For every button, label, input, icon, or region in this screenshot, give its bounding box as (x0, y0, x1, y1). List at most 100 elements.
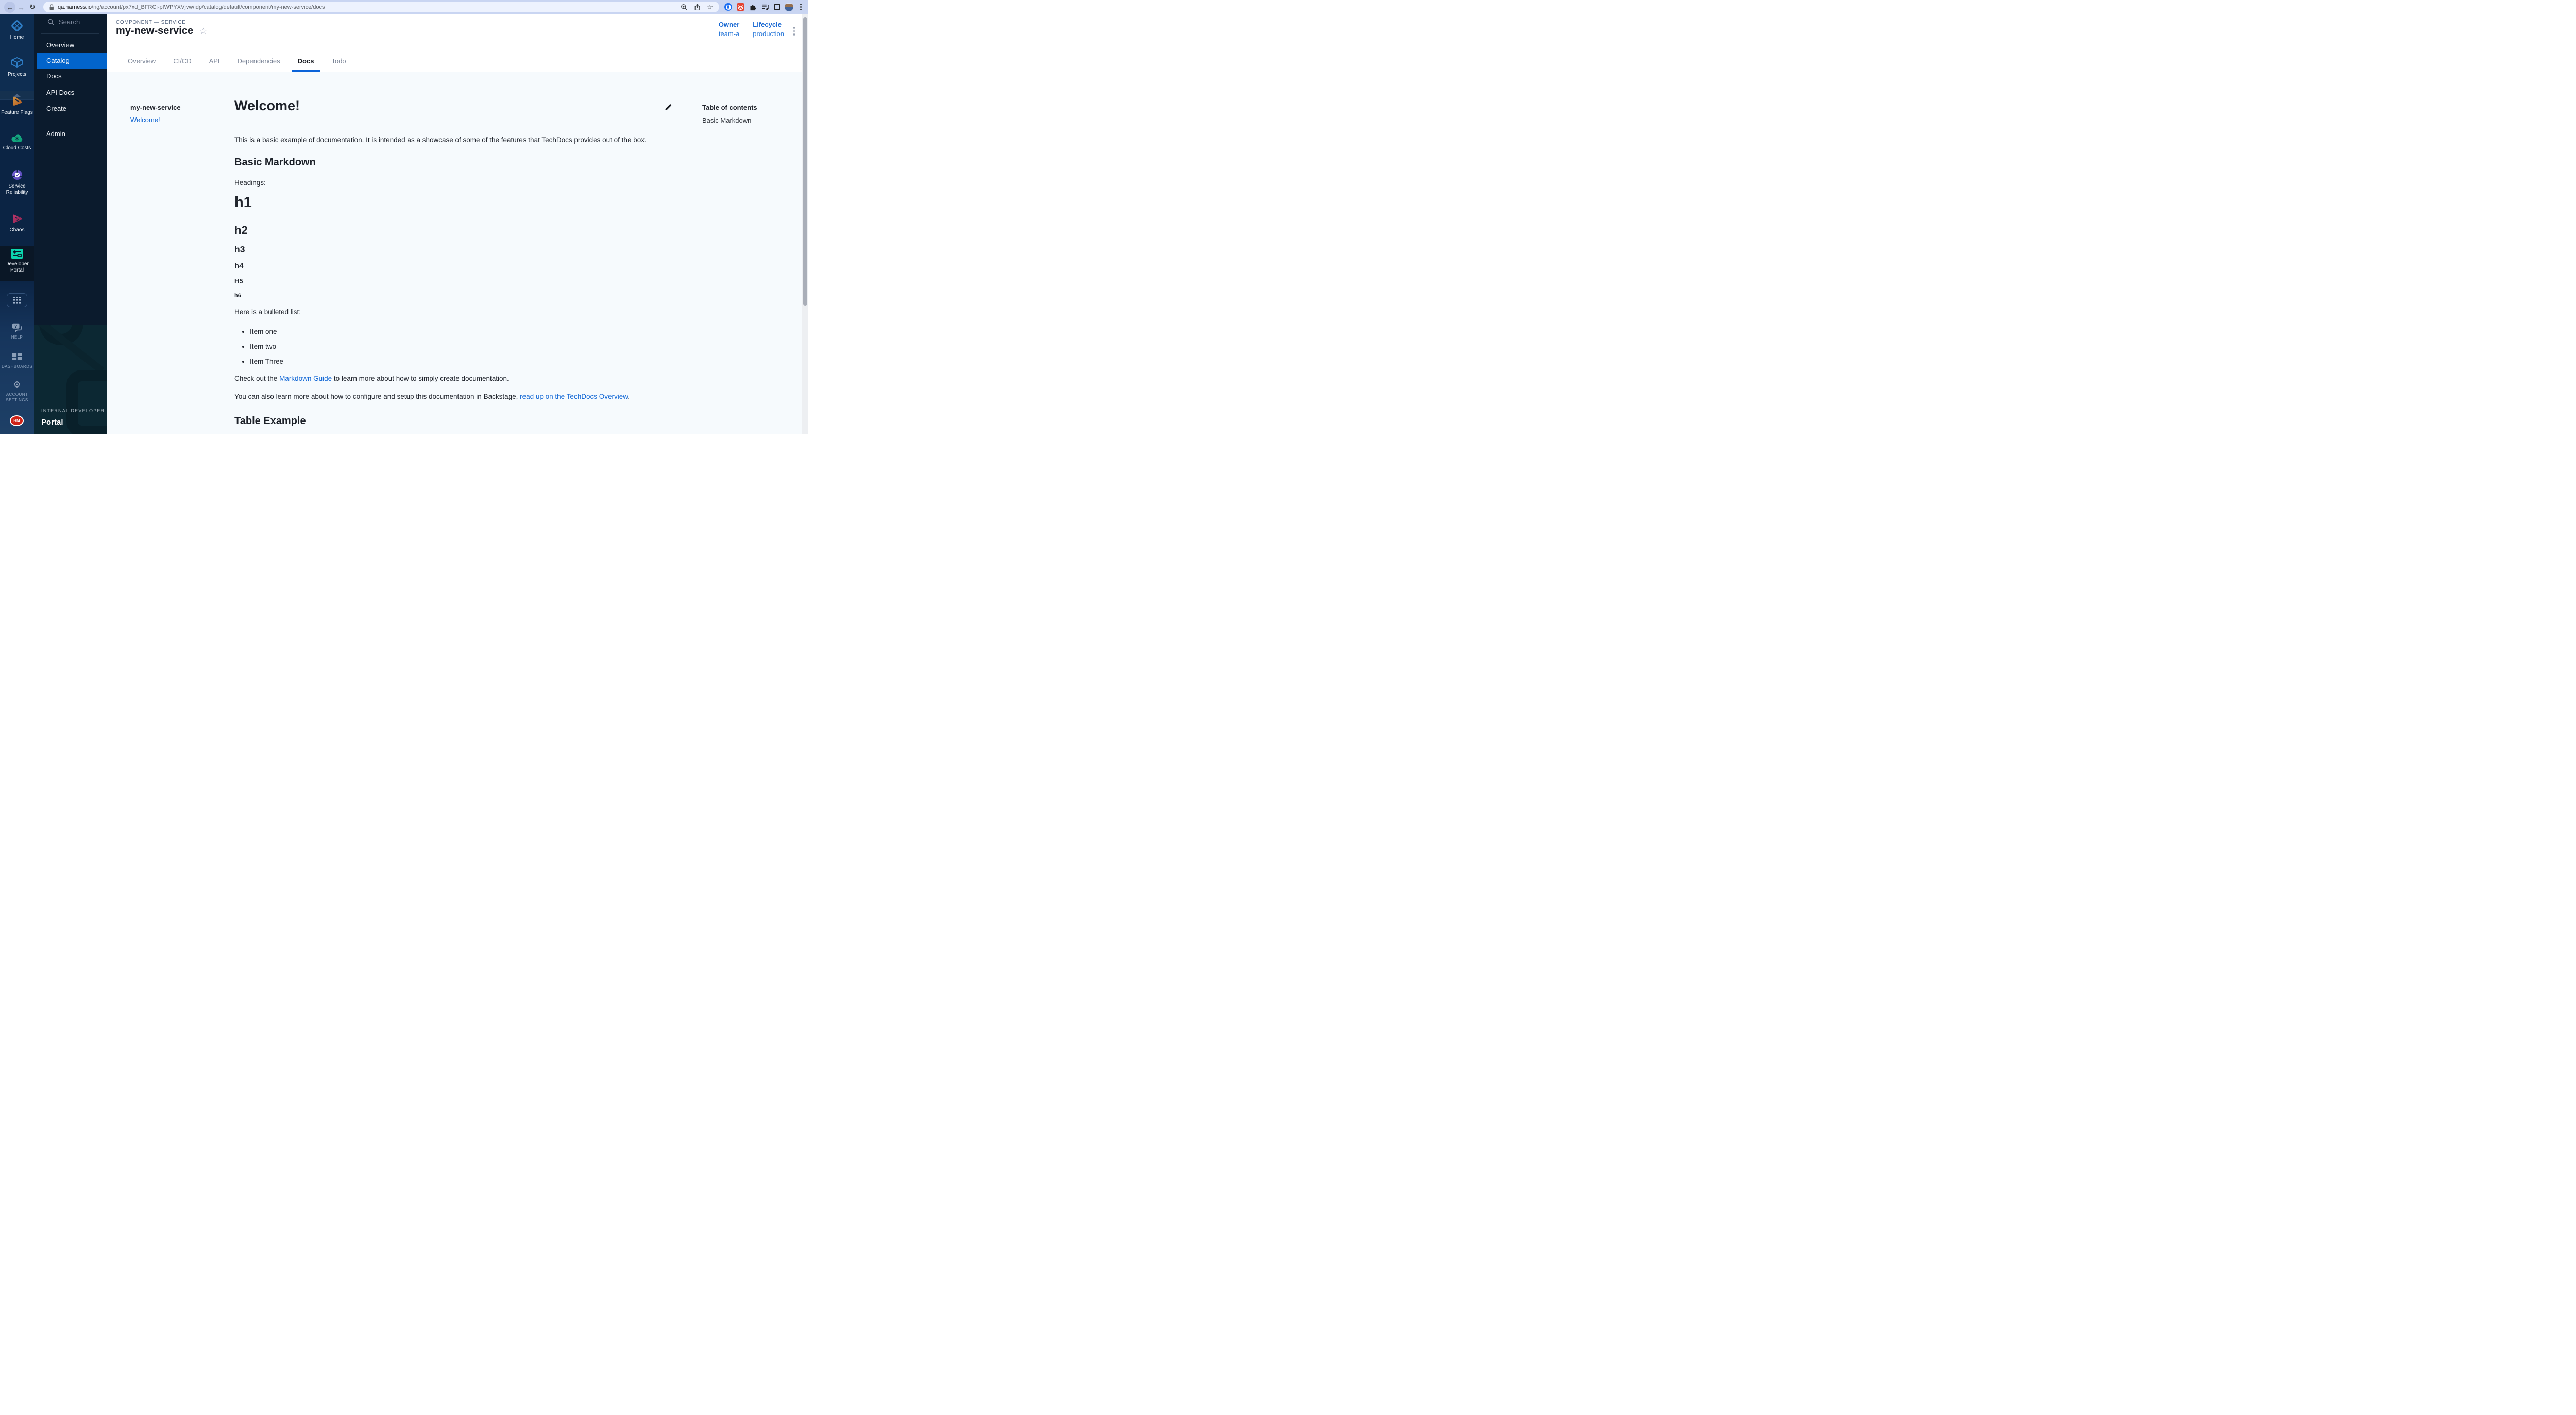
rail-item-account-settings[interactable]: ⚙ ACCOUNT SETTINGS (0, 380, 34, 403)
sidebar-divider (41, 33, 99, 34)
pencil-icon (664, 103, 672, 111)
rail-item-developer-portal[interactable]: Developer Portal (0, 248, 34, 274)
docs-nav-title: my-new-service (130, 104, 181, 111)
rail-item-home[interactable]: Home (0, 19, 34, 41)
list-item: Item one (250, 327, 670, 336)
idp-sidebar: Search Overview Catalog Docs API Docs Cr… (34, 14, 107, 434)
main-panel: COMPONENT — SERVICE my-new-service ☆ Own… (107, 14, 808, 434)
docs-nav-link-welcome[interactable]: Welcome! (130, 116, 160, 124)
list-item: Item two (250, 342, 670, 351)
projects-icon (10, 56, 24, 70)
brand-eyebrow: INTERNAL DEVELOPER (41, 408, 105, 413)
favorite-star-icon[interactable]: ☆ (199, 26, 207, 37)
toc-item-basic-markdown[interactable]: Basic Markdown (702, 116, 757, 124)
portal-brand: INTERNAL DEVELOPER Portal (34, 325, 107, 434)
entity-menu-icon[interactable] (792, 25, 797, 37)
entity-tabs: Overview CI/CD API Dependencies Docs Tod… (119, 51, 355, 72)
grid-icon (13, 297, 21, 304)
demo-heading-h2: h2 (234, 224, 670, 237)
sidebar-item-docs[interactable]: Docs (34, 69, 107, 84)
list-label: Here is a bulleted list: (234, 307, 670, 317)
sidebar-item-admin[interactable]: Admin (34, 126, 107, 142)
rail-item-feature-flags[interactable]: Feature Flags (0, 95, 34, 116)
forward-button[interactable]: → (15, 2, 27, 13)
article-intro: This is a basic example of documentation… (234, 134, 670, 145)
module-rail: Home Projects Feature Flags $ Cloud Cost… (0, 14, 34, 434)
reload-button[interactable]: ↻ (27, 2, 38, 13)
extensions-puzzle-icon[interactable] (749, 3, 757, 11)
owner-meta[interactable]: Owner team-a (719, 21, 739, 38)
demo-heading-h4: h4 (234, 262, 670, 271)
text: Check out the (234, 375, 279, 382)
todo-extension-icon[interactable] (737, 3, 744, 11)
headings-label: Headings: (234, 177, 670, 188)
url-text: qa.harness.io/ng/account/px7xd_BFRCi-pfW… (58, 4, 681, 10)
cloud-costs-icon: $ (10, 132, 24, 143)
module-switcher-button[interactable] (7, 293, 27, 307)
chaos-icon (11, 212, 24, 225)
home-icon (10, 19, 24, 32)
techdocs-overview-link[interactable]: read up on the TechDocs Overview (520, 393, 628, 400)
entity-header: COMPONENT — SERVICE my-new-service ☆ Own… (107, 14, 808, 72)
sidebar-item-api-docs[interactable]: API Docs (34, 85, 107, 100)
back-button[interactable]: ← (4, 2, 15, 13)
docs-nav: my-new-service Welcome! (130, 104, 181, 125)
table-example-heading: Table Example (234, 415, 670, 427)
url-domain: qa.harness.io (58, 4, 92, 10)
sidebar-item-overview[interactable]: Overview (34, 38, 107, 53)
text: . (628, 393, 630, 400)
docs-content: my-new-service Welcome! Welcome! This is… (107, 72, 808, 433)
bookmark-star-icon[interactable]: ☆ (707, 3, 713, 11)
lifecycle-meta[interactable]: Lifecycle production (753, 21, 784, 38)
browser-window: ← → ↻ qa.harness.io/ng/account/px7xd_BFR… (0, 0, 808, 434)
lock-icon (48, 4, 55, 11)
text: You can also learn more about how to con… (234, 393, 520, 400)
rail-item-cloud-costs[interactable]: $ Cloud Costs (0, 132, 34, 151)
markdown-guide-link[interactable]: Markdown Guide (279, 375, 332, 382)
rail-item-projects[interactable]: Projects (0, 56, 34, 78)
password-manager-extension-icon[interactable] (724, 3, 732, 11)
browser-profile-avatar[interactable] (785, 3, 793, 11)
tab-dependencies[interactable]: Dependencies (229, 51, 289, 72)
tab-api[interactable]: API (200, 51, 229, 72)
playlist-icon[interactable] (761, 4, 770, 11)
edit-docs-button[interactable] (664, 103, 672, 114)
tab-docs[interactable]: Docs (289, 51, 323, 72)
owner-label: Owner (719, 21, 739, 28)
text: to learn more about how to simply create… (332, 375, 509, 382)
tab-todo[interactable]: Todo (323, 51, 354, 72)
url-path: /ng/account/px7xd_BFRCi-pfWPYXVjvw/idp/c… (92, 4, 325, 10)
docs-article: Welcome! This is a basic example of docu… (234, 98, 670, 434)
owner-value[interactable]: team-a (719, 30, 739, 38)
demo-heading-h3: h3 (234, 244, 670, 255)
user-avatar[interactable]: HM (10, 415, 24, 426)
search-input[interactable]: Search (47, 18, 80, 26)
sidebar-item-catalog[interactable]: Catalog (37, 53, 107, 69)
rail-item-chaos[interactable]: Chaos (0, 212, 34, 233)
rail-item-help[interactable]: ? HELP (0, 323, 34, 340)
sidebar-toggle-icon[interactable] (774, 4, 780, 10)
entity-kind-eyebrow: COMPONENT — SERVICE (116, 20, 186, 25)
svg-text:$: $ (15, 136, 19, 142)
tab-overview[interactable]: Overview (119, 51, 164, 72)
feature-flags-icon (11, 95, 24, 108)
rail-item-service-reliability[interactable]: Service Reliability (0, 169, 34, 196)
rail-item-dashboards[interactable]: DASHBOARDS (0, 352, 34, 369)
zoom-icon[interactable] (681, 4, 688, 11)
scrollbar-thumb[interactable] (803, 17, 807, 306)
bulleted-list: Item one Item two Item Three (234, 327, 670, 366)
tab-cicd[interactable]: CI/CD (164, 51, 200, 72)
demo-heading-h6: h6 (234, 293, 670, 299)
lifecycle-value: production (753, 30, 784, 38)
scrollbar-track[interactable] (802, 14, 808, 434)
sidebar-item-create[interactable]: Create (34, 101, 107, 116)
browser-menu-icon[interactable] (798, 3, 804, 11)
article-title: Welcome! (234, 98, 670, 114)
address-bar[interactable]: qa.harness.io/ng/account/px7xd_BFRCi-pfW… (43, 2, 719, 12)
search-placeholder: Search (59, 18, 80, 26)
service-reliability-icon (11, 169, 24, 181)
toc-title: Table of contents (702, 104, 757, 111)
list-item: Item Three (250, 357, 670, 366)
lifecycle-label: Lifecycle (753, 21, 784, 28)
share-icon[interactable] (694, 4, 701, 11)
